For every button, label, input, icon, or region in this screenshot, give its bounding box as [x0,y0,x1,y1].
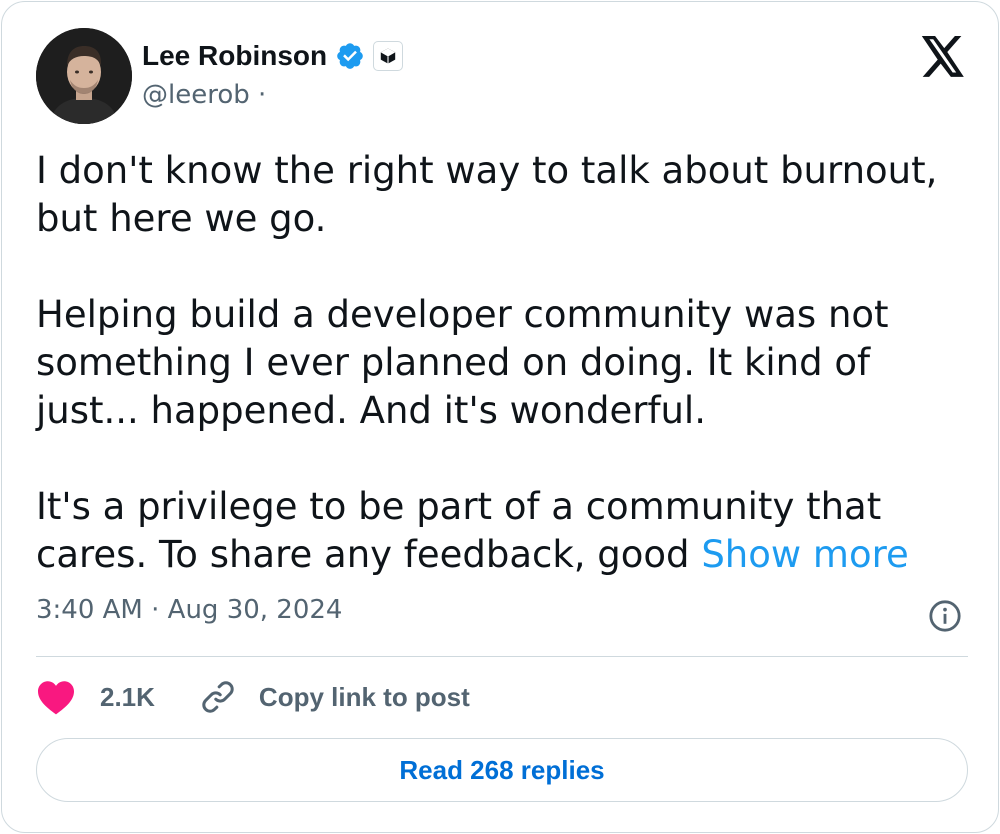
tweet-line: something I ever planned on doing. It ki… [36,341,871,384]
author-handle[interactable]: @leerob [142,80,250,110]
author-handle-row: @leerob · [142,80,266,110]
vercel-cube-icon [380,48,396,64]
affiliate-badge-icon[interactable] [373,41,404,71]
read-replies-label: Read 268 replies [399,754,605,785]
tweet-line: I don't know the right way to talk about… [36,149,938,192]
info-icon[interactable] [928,599,962,633]
author-name-row: Lee Robinson [142,38,404,74]
tweet-line: just... happened. And it's wonderful. [36,389,706,432]
show-more-link[interactable]: Show more [701,533,908,576]
x-logo-icon[interactable] [920,36,966,78]
tweet-line: but here we go. [36,197,327,240]
tweet-line: cares. To share any feedback, good [36,533,690,576]
link-icon [202,681,234,713]
like-count: 2.1K [100,681,155,712]
avatar-photo [36,28,132,124]
copy-link-button[interactable]: Copy link to post [199,678,470,716]
tweet-line: It's a privilege to be part of a communi… [36,485,882,528]
tweet-actions: 2.1K Copy link to post [36,674,470,720]
avatar[interactable] [36,28,132,124]
verified-badge-icon [337,43,363,69]
tweet-line-last: cares. To share any feedback, good Show … [36,531,971,579]
read-replies-button[interactable]: Read 268 replies [36,738,968,802]
handle-separator: · [258,80,267,110]
like-button[interactable]: 2.1K [36,679,155,715]
tweet-line: Helping build a developer community was … [36,293,889,336]
tweet-timestamp[interactable]: 3:40 AM · Aug 30, 2024 [36,595,342,625]
tweet-card: Lee Robinson @leerob · I don't know the … [1,1,999,833]
divider [36,656,968,657]
tweet-text: I don't know the right way to talk about… [36,147,971,579]
author-name[interactable]: Lee Robinson [142,40,327,72]
heart-icon [38,681,74,715]
copy-link-label: Copy link to post [258,681,470,712]
